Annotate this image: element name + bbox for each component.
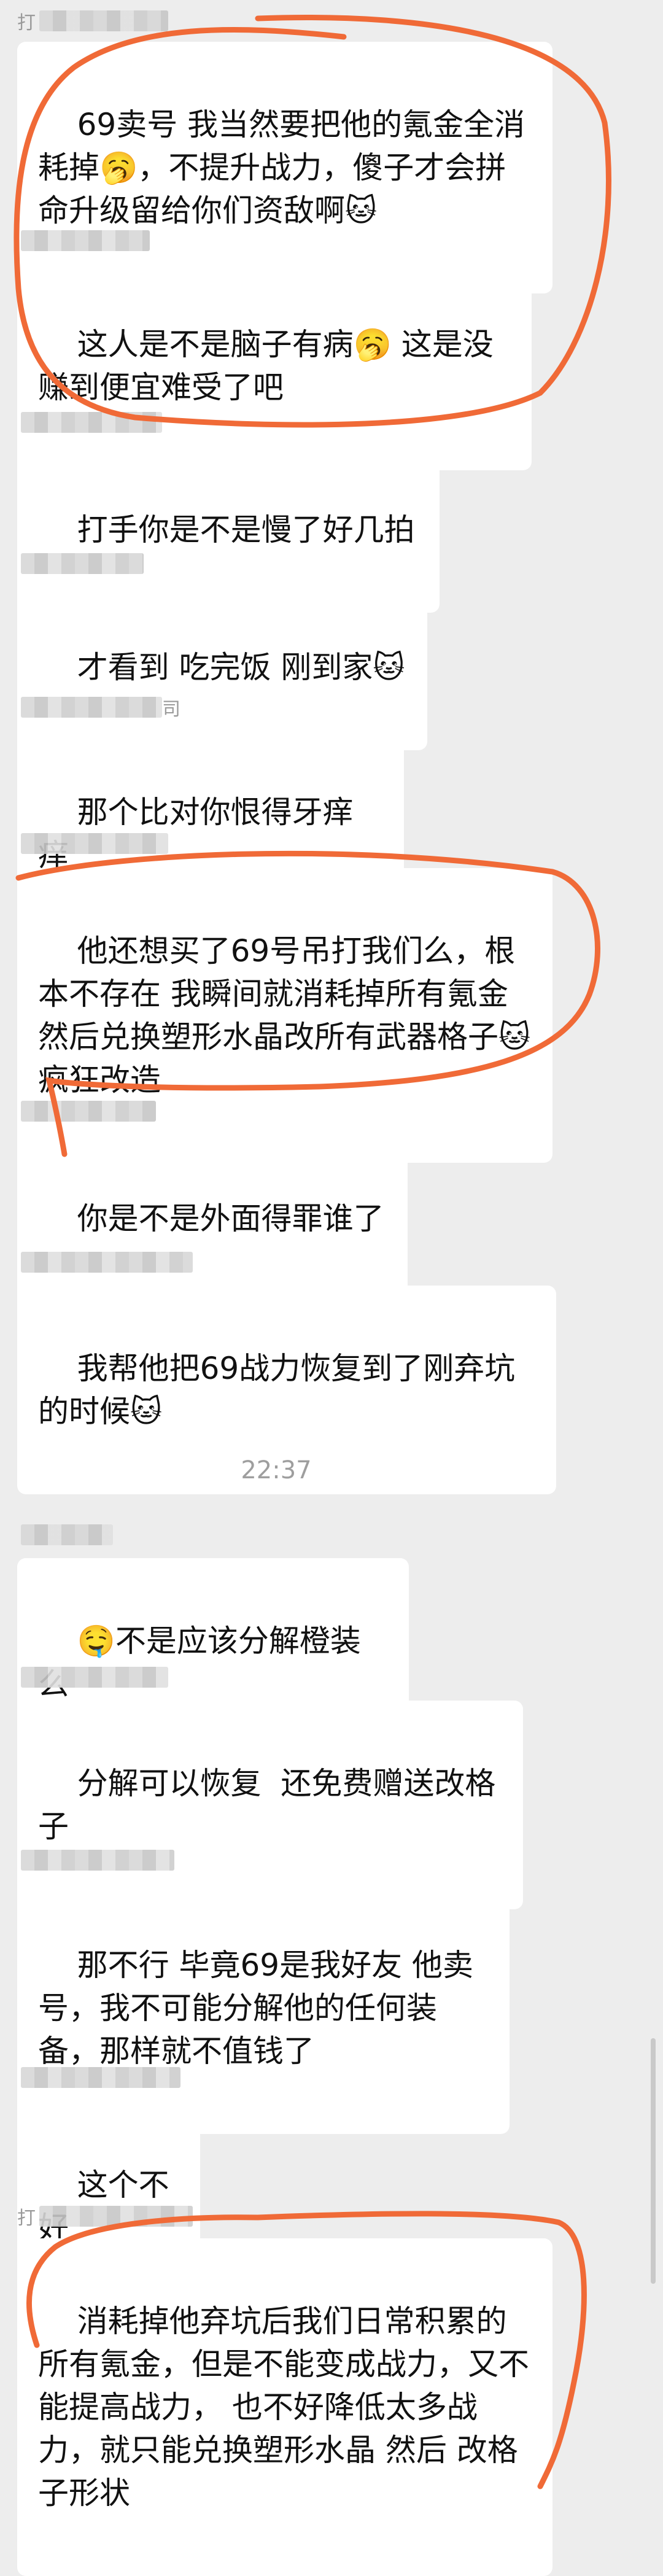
sender-name-blurred (17, 831, 168, 856)
blurred-name-mosaic (21, 1252, 193, 1273)
blurred-name-mosaic (21, 697, 162, 718)
sender-name-blurred (17, 1523, 113, 1547)
message-text: 打手你是不是慢了好几拍 (77, 512, 415, 548)
message-bubble[interactable]: 这人是不是脑子有病🥱 这是没赚到便宜难受了吧 (17, 262, 532, 470)
message-bubble[interactable]: 才看到 吃完饭 刚到家🐱 (17, 584, 427, 750)
blurred-name-mosaic (21, 1524, 113, 1545)
message-text: 他还想买了69号吊打我们么，根本不存在 我瞬间就消耗掉所有氪金 然后兑换塑形水晶… (38, 933, 531, 1098)
sender-name-blurred (17, 228, 150, 253)
sender-name-fragment: 打 (17, 12, 36, 34)
blurred-name-mosaic (39, 10, 168, 31)
message-text: 分解可以恢复 还免费赠送改格子 (38, 1766, 496, 1844)
message-text: 69卖号 我当然要把他的氪金全消耗掉🥱，不提升战力，傻子才会拼命升级留给你们资敌… (38, 107, 525, 228)
message-text: 才看到 吃完饭 刚到家🐱 (77, 650, 405, 685)
message-text: 消耗掉他弃坑后我们日常积累的所有氪金，但是不能变成战力，又不能提高战力， 也不好… (38, 2303, 529, 2511)
message-bubble[interactable]: 消耗掉他弃坑后我们日常积累的所有氪金，但是不能变成战力，又不能提高战力， 也不好… (17, 2238, 552, 2576)
blurred-name-mosaic (21, 833, 168, 854)
blurred-name-mosaic (39, 2206, 193, 2227)
sender-name-blurred: 司 (17, 695, 180, 720)
message-bubble[interactable]: 你是不是外面得罪谁了 (17, 1136, 408, 1302)
blurred-name-mosaic (21, 1667, 168, 1688)
blurred-name-mosaic (21, 1850, 174, 1871)
chat-timestamp: 22:37 (241, 1456, 312, 1484)
message-bubble[interactable]: 69卖号 我当然要把他的氪金全消耗掉🥱，不提升战力，傻子才会拼命升级留给你们资敌… (17, 42, 552, 293)
sender-name-blurred: 打 (17, 2204, 193, 2229)
blurred-name-mosaic (21, 230, 150, 251)
message-text: 🤤不是应该分解橙装么 (38, 1623, 361, 1702)
blurred-name-mosaic (21, 412, 162, 433)
sender-name-fragment: 司 (162, 699, 180, 720)
blurred-name-mosaic (21, 1101, 156, 1122)
sender-name-blurred (17, 1250, 193, 1274)
blurred-name-mosaic (21, 553, 144, 574)
sender-name-blurred (17, 2065, 180, 2090)
sender-name-blurred (17, 1665, 168, 1690)
message-bubble[interactable]: 分解可以恢复 还免费赠送改格子 (17, 1701, 523, 1909)
chat-screen: 打 69卖号 我当然要把他的氪金全消耗掉🥱，不提升战力，傻子才会拼命升级留给你们… (0, 0, 663, 2576)
sender-name-blurred (17, 1848, 174, 1872)
sender-name-blurred: 打 (17, 9, 168, 34)
sender-name-fragment: 打 (17, 2208, 36, 2229)
sender-name-blurred (17, 410, 162, 435)
message-bubble[interactable]: 那不行 毕竟69是我好友 他卖号，我不可能分解他的任何装备，那样就不值钱了 (17, 1882, 510, 2134)
message-text: 我帮他把69战力恢复到了刚弃坑的时候🐱 (38, 1351, 516, 1429)
scrollbar-thumb[interactable] (651, 2038, 656, 2284)
message-text: 你是不是外面得罪谁了 (77, 1201, 384, 1236)
blurred-name-mosaic (21, 2067, 180, 2088)
sender-name-blurred (17, 551, 144, 576)
message-text: 这人是不是脑子有病🥱 这是没赚到便宜难受了吧 (38, 327, 494, 405)
sender-name-blurred (17, 1099, 156, 1123)
message-text: 那不行 毕竟69是我好友 他卖号，我不可能分解他的任何装备，那样就不值钱了 (38, 1947, 473, 2069)
